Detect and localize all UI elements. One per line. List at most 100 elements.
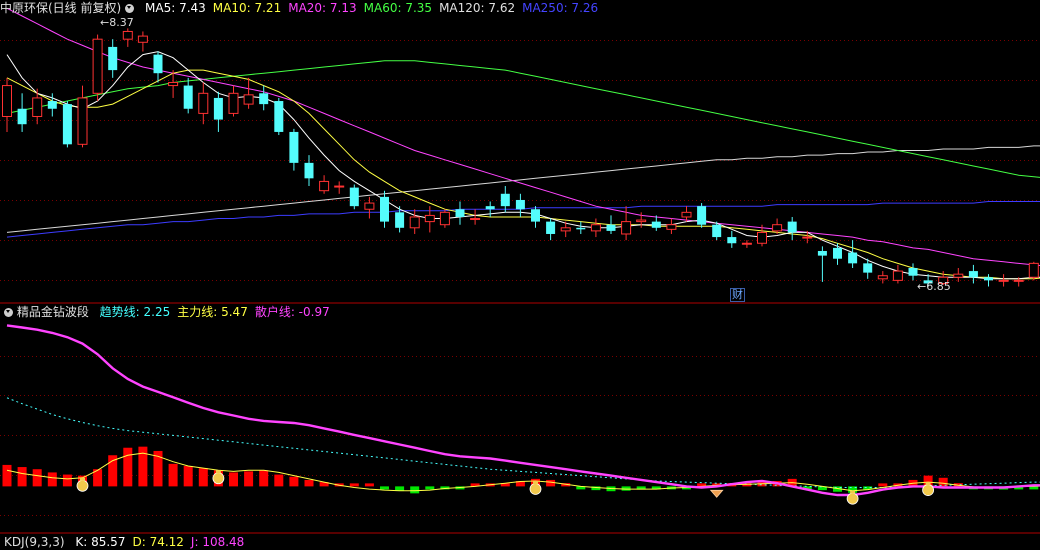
candle-body-down <box>531 209 540 222</box>
indicator-legend: 精品金钻波段 趋势线: 2.25 主力线: 5.47 散户线: -0.97 <box>0 304 330 320</box>
indicator-dropdown-icon[interactable] <box>4 308 13 317</box>
candle-body-down <box>395 212 405 228</box>
candle-body-up <box>77 97 88 145</box>
indicator-bar-up <box>32 469 42 487</box>
candle-body-down <box>606 224 616 231</box>
ma-legend-item-3: MA60: 7.35 <box>363 1 433 15</box>
ma-legend-item-5: MA250: 7.26 <box>522 1 599 15</box>
ma-line-ma10 <box>6 69 1040 280</box>
indicator-bar-up <box>168 463 178 487</box>
candle-body-up <box>2 85 12 117</box>
candle-body-down <box>274 101 284 132</box>
money-bag-icon <box>850 490 856 494</box>
money-bag-icon <box>215 470 221 474</box>
candle-body-down <box>984 277 993 281</box>
candle-body-up <box>1013 279 1024 282</box>
dropdown-icon[interactable] <box>125 4 135 13</box>
candle-body-down <box>213 97 223 120</box>
kdj-legend-item-0: K: 85.57 <box>75 535 126 549</box>
candle-body-down <box>304 162 314 179</box>
candle-body-down <box>17 108 27 125</box>
ma-legend-item-0: MA5: 7.43 <box>145 1 206 15</box>
candle-body-up <box>757 231 767 244</box>
candle-body-up <box>892 270 903 281</box>
money-bag-icon <box>80 477 85 481</box>
candle-body-up <box>741 242 752 245</box>
candle-body-up <box>334 185 345 188</box>
kdj-title: KDJ(9,3,3) <box>4 535 65 549</box>
kdj-legend: KDJ(9,3,3) K: 85.57 D: 74.12 J: 108.48 <box>0 534 244 550</box>
ma-line-ma120 <box>6 145 1040 233</box>
candle-body-down <box>863 263 873 273</box>
indicator-bar-up <box>349 483 359 487</box>
indicator-bar-up <box>47 472 57 487</box>
candle-body-up <box>681 211 692 218</box>
candle-body-up <box>409 216 420 229</box>
candle-body-down <box>908 267 918 276</box>
candle-body-up <box>666 224 677 230</box>
indicator-bar-up <box>62 474 72 487</box>
candle-body-down <box>485 206 495 210</box>
candle-body-up <box>560 227 571 232</box>
indicator-bar-down <box>425 486 435 490</box>
ma-legend-item-2: MA20: 7.13 <box>288 1 357 15</box>
candle-body-down <box>712 224 722 238</box>
candle-body-down <box>289 131 299 163</box>
candle-body-up <box>953 273 964 278</box>
indicator-bar-up <box>17 467 27 487</box>
money-bag-icon <box>212 472 225 485</box>
indicator-bar-up <box>546 479 556 487</box>
candle-body-down <box>817 250 827 256</box>
candle-body-up <box>32 97 43 117</box>
indicator-bar-up <box>274 474 284 487</box>
main-legend: 中原环保(日线 前复权) MA5: 7.43 MA10: 7.21 MA20: 7.… <box>0 0 598 16</box>
indicator-bar-down <box>410 486 420 494</box>
money-bag-icon <box>533 481 538 485</box>
candle-body-down <box>259 93 269 105</box>
candle-body-up <box>168 81 179 87</box>
candle-body-up <box>621 221 632 235</box>
money-bag-icon <box>846 492 859 505</box>
indicator-bar-up <box>364 483 374 487</box>
candle-body-down <box>455 209 465 217</box>
candle-body-up <box>470 218 481 221</box>
kdj-legend-item-1: D: 74.12 <box>132 535 184 549</box>
candle-body-down <box>576 227 586 230</box>
indicator-line-2 <box>6 324 1040 497</box>
ma-legend-item-1: MA10: 7.21 <box>212 1 282 15</box>
indicator-bar-up <box>244 471 254 487</box>
money-bag-icon <box>925 482 931 486</box>
indicator-legend-item-1: 主力线: 5.47 <box>177 305 248 319</box>
candle-body-down <box>546 221 556 234</box>
candle-body-up <box>228 92 239 114</box>
candle-body-up <box>92 38 103 94</box>
candle-body-up <box>772 224 783 232</box>
candle-body-up <box>319 180 330 192</box>
candle-body-up <box>802 236 813 239</box>
candle-body-down <box>727 237 737 244</box>
stock-chart[interactable] <box>0 0 1040 542</box>
low-price-label: ←6.85 <box>917 280 951 293</box>
stock-title: 中原环保(日线 前复权) <box>0 1 122 15</box>
candle-body-up <box>636 219 647 223</box>
high-arrow-icon: ← <box>100 16 110 29</box>
indicator-bar-up <box>878 483 888 487</box>
financial-report-marker[interactable]: 财 <box>730 288 745 302</box>
candle-body-up <box>424 214 435 223</box>
indicator-legend-items: 趋势线: 2.25 主力线: 5.47 散户线: -0.97 <box>93 305 330 319</box>
candle-body-down <box>500 193 510 207</box>
indicator-bar-up <box>289 476 299 487</box>
candle-body-down <box>833 247 842 259</box>
candle-body-up <box>364 202 375 210</box>
indicator-title: 精品金钻波段 <box>16 305 89 319</box>
candle-body-up <box>137 35 148 43</box>
kdj-legend-items: K: 85.57 D: 74.12 J: 108.48 <box>68 535 244 549</box>
low-arrow-icon: ← <box>917 280 927 293</box>
indicator-bar-up <box>198 468 208 487</box>
candle-body-down <box>108 46 118 71</box>
ma-line-ma60 <box>6 60 1040 178</box>
ma-legend-item-4: MA120: 7.62 <box>439 1 516 15</box>
candle-body-down <box>380 196 389 222</box>
indicator-legend-item-0: 趋势线: 2.25 <box>99 305 171 319</box>
money-bag-icon <box>529 483 542 495</box>
